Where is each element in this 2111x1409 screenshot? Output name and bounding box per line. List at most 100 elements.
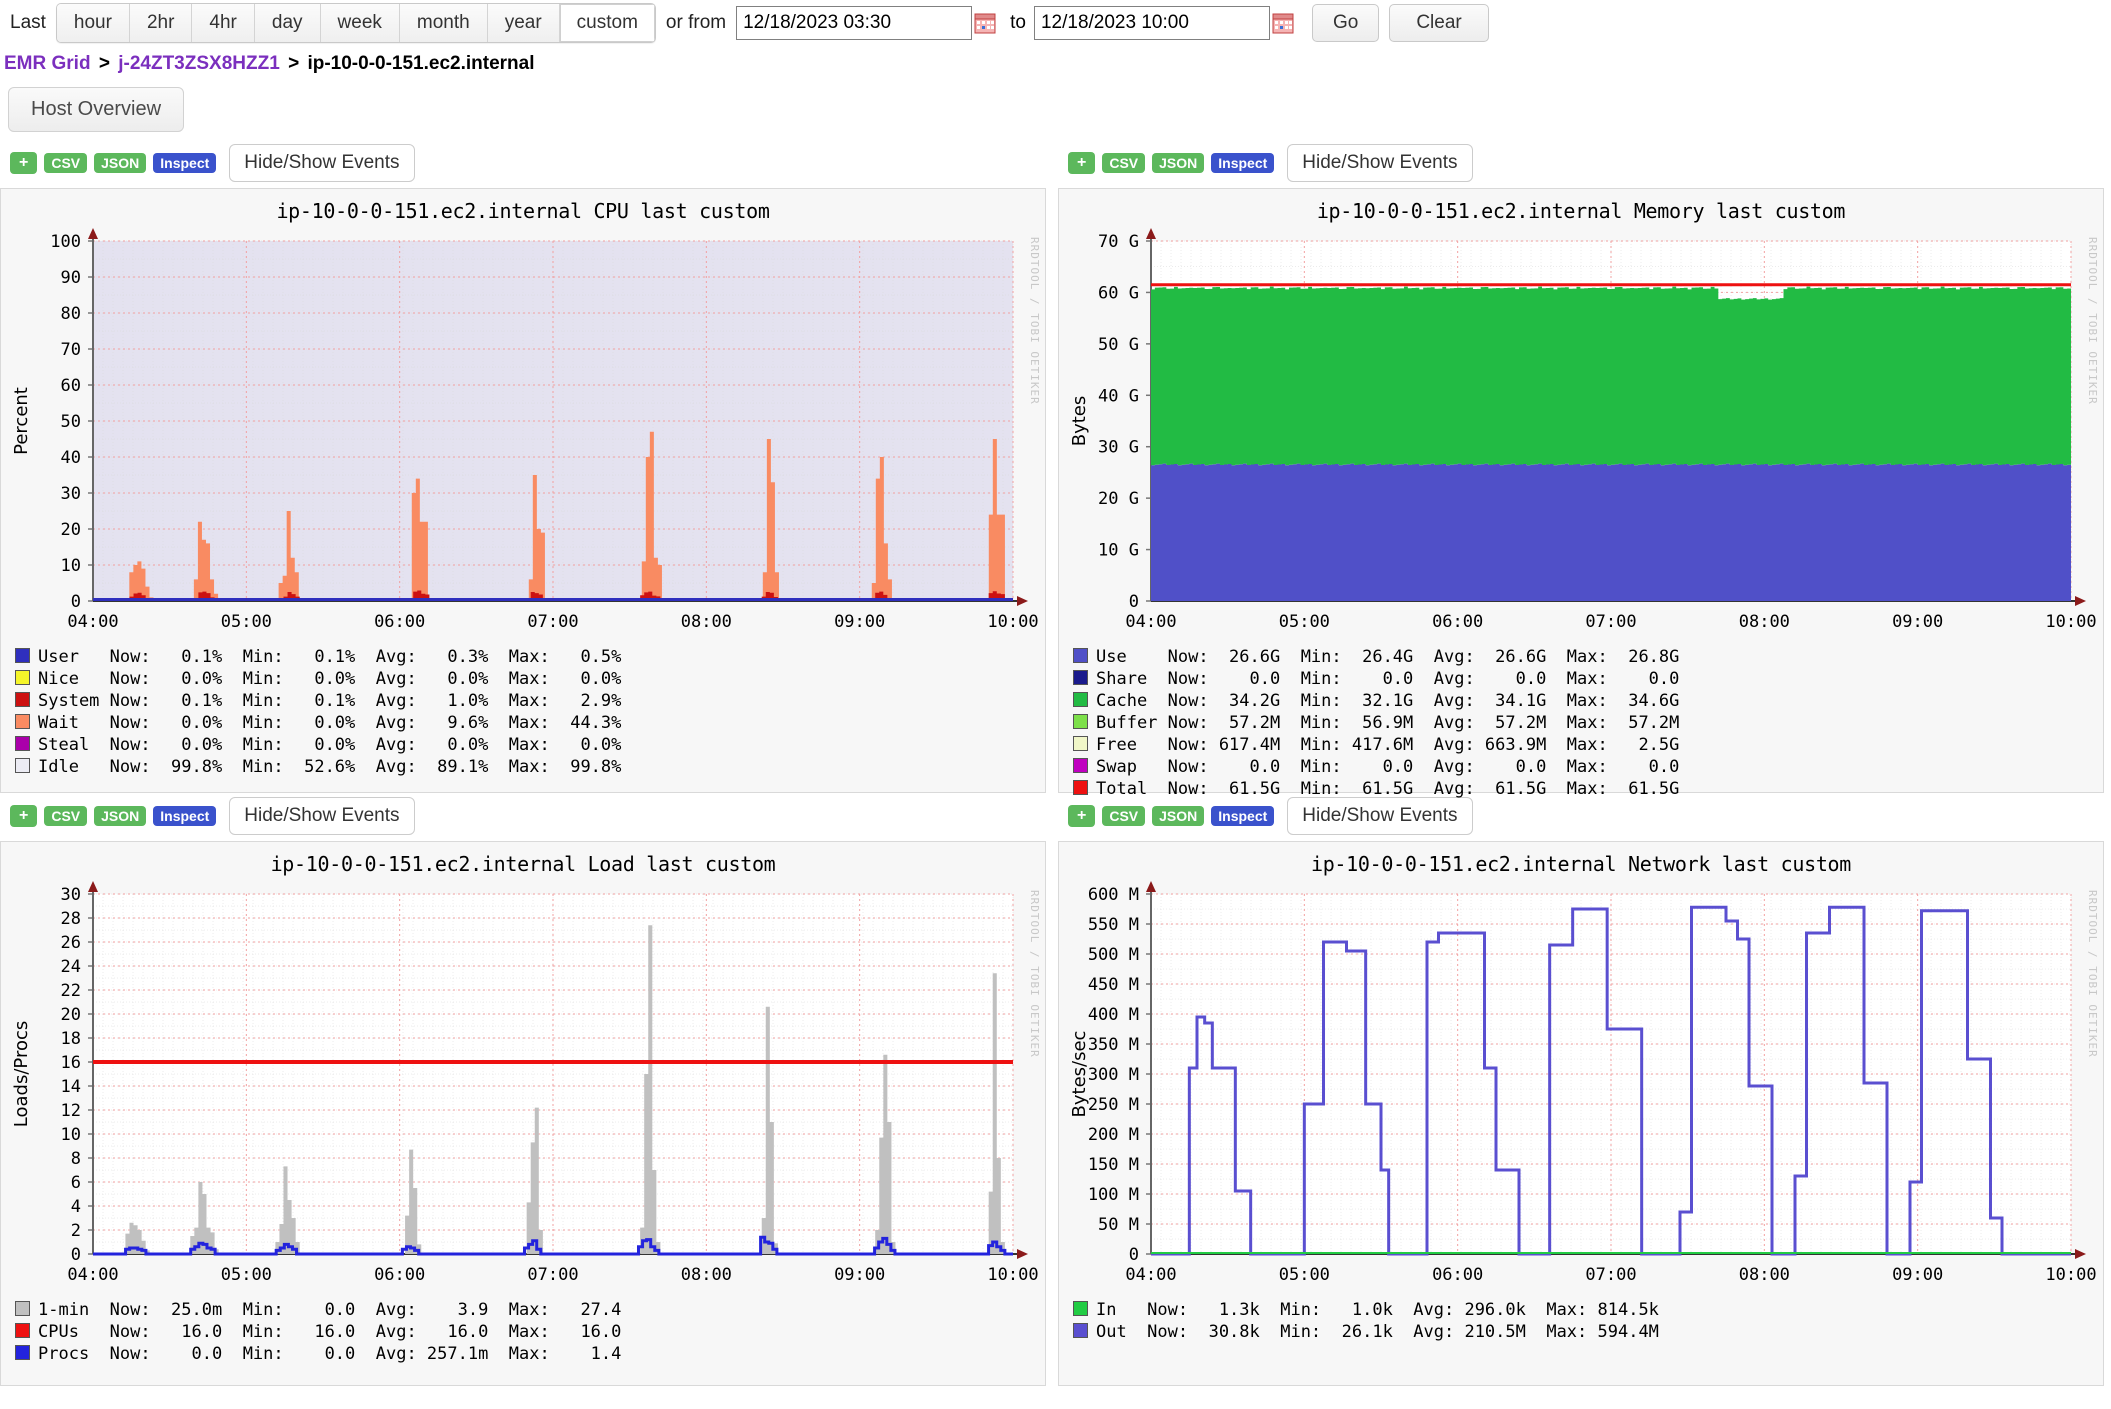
range-button-month[interactable]: month: [399, 4, 488, 42]
rrdtool-credit-network: RRDTOOL / TOBI OETIKER: [2086, 890, 2099, 1058]
svg-text:05:00: 05:00: [221, 612, 272, 632]
load-chart-svg: 02468101214161820222426283004:00 05:00 06:…: [11, 881, 1039, 1285]
graph-cell-load: + CSV JSON Inspect Hide/Show Events ip-1…: [0, 793, 1048, 1386]
svg-text:40: 40: [61, 448, 81, 468]
svg-text:30: 30: [61, 484, 81, 504]
svg-text:08:00: 08:00: [681, 612, 732, 632]
range-button-4hr[interactable]: 4hr: [192, 4, 255, 42]
or-from-label: or from: [665, 12, 727, 33]
svg-text:30: 30: [61, 885, 81, 905]
svg-text:300 M: 300 M: [1088, 1065, 1139, 1085]
clear-button[interactable]: Clear: [1389, 4, 1489, 42]
rrdtool-credit-cpu: RRDTOOL / TOBI OETIKER: [1028, 237, 1041, 405]
svg-text:10 G: 10 G: [1098, 541, 1139, 561]
range-button-custom[interactable]: custom: [559, 4, 655, 42]
from-datetime-input[interactable]: [736, 6, 973, 40]
svg-text:20: 20: [61, 1005, 81, 1025]
range-button-2hr[interactable]: 2hr: [129, 4, 193, 42]
graph-toolbar-load: + CSV JSON Inspect Hide/Show Events: [0, 793, 1048, 841]
graph-title-cpu: ip-10-0-0-151.ec2.internal CPU last cust…: [276, 199, 770, 223]
calendar-icon-to[interactable]: [1272, 12, 1294, 34]
json-button-load[interactable]: JSON: [94, 806, 147, 826]
calendar-icon[interactable]: [974, 12, 996, 34]
legend-load: 1-min Now: 25.0m Min: 0.0 Avg: 3.9 Max: …: [1, 1296, 1045, 1370]
to-label: to: [1010, 12, 1026, 33]
add-graph-button-network[interactable]: +: [1068, 805, 1096, 827]
svg-text:22: 22: [61, 981, 81, 1001]
svg-text:100: 100: [50, 232, 81, 252]
inspect-button-load[interactable]: Inspect: [153, 806, 217, 826]
svg-text:50 M: 50 M: [1098, 1215, 1139, 1235]
rrdtool-credit-load: RRDTOOL / TOBI OETIKER: [1028, 890, 1041, 1058]
svg-text:70: 70: [61, 340, 81, 360]
svg-text:500 M: 500 M: [1088, 945, 1139, 965]
hide-show-events-button-load[interactable]: Hide/Show Events: [229, 797, 415, 835]
svg-text:8: 8: [71, 1149, 81, 1169]
svg-text:50 G: 50 G: [1098, 335, 1139, 355]
svg-text:20 G: 20 G: [1098, 489, 1139, 509]
svg-text:08:00: 08:00: [1739, 612, 1790, 632]
inspect-button-network[interactable]: Inspect: [1211, 806, 1275, 826]
svg-text:05:00: 05:00: [1279, 1265, 1330, 1285]
add-graph-button-memory[interactable]: +: [1068, 152, 1096, 174]
hide-show-events-button-cpu[interactable]: Hide/Show Events: [229, 144, 415, 182]
csv-button-load[interactable]: CSV: [44, 806, 88, 826]
svg-text:50: 50: [61, 412, 81, 432]
svg-text:09:00: 09:00: [834, 612, 885, 632]
graph-grid: + CSV JSON Inspect Hide/Show Events ip-1…: [0, 132, 2111, 1386]
svg-text:09:00: 09:00: [834, 1265, 885, 1285]
add-graph-button-load[interactable]: +: [10, 805, 38, 827]
range-button-day[interactable]: day: [254, 4, 321, 42]
graph-toolbar-cpu: + CSV JSON Inspect Hide/Show Events: [0, 140, 1048, 188]
csv-button-network[interactable]: CSV: [1102, 806, 1146, 826]
svg-text:04:00: 04:00: [67, 1265, 118, 1285]
svg-text:0: 0: [1129, 1245, 1139, 1265]
go-button[interactable]: Go: [1311, 4, 1380, 42]
tab-bar: Host Overview: [0, 83, 2111, 132]
breadcrumb-grid-link[interactable]: EMR Grid: [4, 53, 91, 74]
graph-cell-cpu: + CSV JSON Inspect Hide/Show Events ip-1…: [0, 140, 1048, 793]
svg-text:350 M: 350 M: [1088, 1035, 1139, 1055]
svg-text:80: 80: [61, 304, 81, 324]
time-range-toolbar: Last hour 2hr 4hr day week month year cu…: [0, 0, 2111, 47]
svg-text:250 M: 250 M: [1088, 1095, 1139, 1115]
csv-button-cpu[interactable]: CSV: [44, 153, 88, 173]
json-button-memory[interactable]: JSON: [1152, 153, 1205, 173]
range-button-week[interactable]: week: [320, 4, 400, 42]
breadcrumb-host: ip-10-0-0-151.ec2.internal: [307, 53, 535, 74]
graph-toolbar-memory: + CSV JSON Inspect Hide/Show Events: [1058, 140, 2106, 188]
inspect-button-memory[interactable]: Inspect: [1211, 153, 1275, 173]
last-label: Last: [10, 12, 46, 33]
svg-text:10: 10: [61, 556, 81, 576]
svg-text:30 G: 30 G: [1098, 438, 1139, 458]
breadcrumb-separator-1: >: [98, 53, 110, 74]
add-graph-button-cpu[interactable]: +: [10, 152, 38, 174]
svg-text:08:00: 08:00: [681, 1265, 732, 1285]
plot-cpu: RRDTOOL / TOBI OETIKER 0 10 20 30 40 50 60 70 80…: [1, 223, 1045, 643]
svg-text:09:00: 09:00: [1892, 1265, 1943, 1285]
graph-title-network: ip-10-0-0-151.ec2.internal Network last …: [1310, 852, 1852, 876]
breadcrumb-cluster-link[interactable]: j-24ZT3ZSX8HZZ1: [118, 53, 280, 74]
hide-show-events-button-memory[interactable]: Hide/Show Events: [1287, 144, 1473, 182]
json-button-network[interactable]: JSON: [1152, 806, 1205, 826]
svg-text:04:00: 04:00: [1125, 1265, 1176, 1285]
range-button-year[interactable]: year: [487, 4, 560, 42]
svg-text:04:00: 04:00: [67, 612, 118, 632]
svg-text:450 M: 450 M: [1088, 975, 1139, 995]
svg-text:16: 16: [61, 1053, 81, 1073]
tab-host-overview[interactable]: Host Overview: [8, 87, 185, 132]
graph-panel-cpu: ip-10-0-0-151.ec2.internal CPU last cust…: [0, 188, 1046, 793]
inspect-button-cpu[interactable]: Inspect: [153, 153, 217, 173]
csv-button-memory[interactable]: CSV: [1102, 153, 1146, 173]
svg-text:60: 60: [61, 376, 81, 396]
to-datetime-input[interactable]: [1033, 6, 1270, 40]
svg-text:Percent: Percent: [11, 387, 32, 455]
svg-text:100 M: 100 M: [1088, 1185, 1139, 1205]
graph-panel-memory: ip-10-0-0-151.ec2.internal Memory last c…: [1058, 188, 2104, 799]
json-button-cpu[interactable]: JSON: [94, 153, 147, 173]
range-button-hour[interactable]: hour: [56, 4, 130, 42]
legend-cpu: User Now: 0.1% Min: 0.1% Avg: 0.3% Max: …: [1, 643, 1045, 783]
svg-text:60 G: 60 G: [1098, 283, 1139, 303]
svg-text:400 M: 400 M: [1088, 1005, 1139, 1025]
graph-cell-network: + CSV JSON Inspect Hide/Show Events ip-1…: [1058, 793, 2106, 1386]
